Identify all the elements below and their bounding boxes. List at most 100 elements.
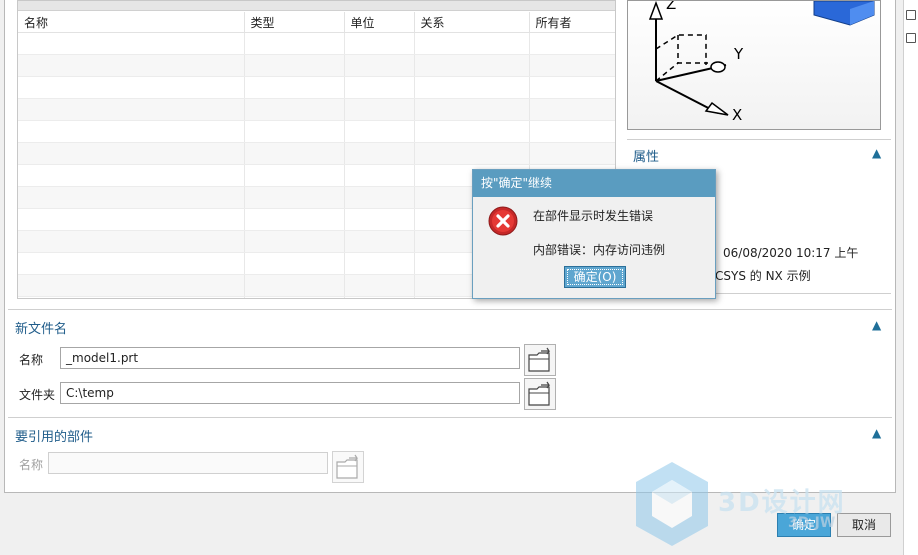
table-cell [244, 208, 345, 231]
table-cell [344, 76, 415, 99]
table-cell [244, 164, 345, 187]
column-header-unit[interactable]: 单位 [344, 12, 415, 33]
table-cell [18, 252, 245, 275]
browse-name-button[interactable] [524, 344, 556, 376]
table-cell [414, 76, 530, 99]
table-cell [244, 230, 345, 253]
table-cell [244, 76, 345, 99]
table-cell [529, 120, 615, 143]
referenced-part-title: 要引用的部件 [15, 430, 94, 445]
table-cell [18, 98, 245, 121]
error-icon [488, 206, 518, 236]
properties-date: 06/08/2020 10:17 上午 [723, 246, 859, 260]
table-cell [244, 98, 345, 121]
properties-collapse-icon[interactable]: ▲ [872, 146, 881, 160]
table-cell [529, 32, 615, 55]
table-cell [414, 98, 530, 121]
open-folder-icon [336, 454, 359, 479]
table-row[interactable] [18, 142, 615, 165]
csys-preview-graphic: Z Y X [648, 1, 875, 124]
error-detail: 内部错误：内存访问违例 [533, 243, 666, 257]
error-dialog: 按"确定"继续 在部件显示时发生错误 内部错误：内存访问违例 确定(O) [472, 169, 716, 299]
error-dialog-title: 按"确定"继续 [473, 170, 715, 197]
toolbar-icon[interactable] [906, 10, 916, 20]
browse-referenced-button[interactable] [332, 451, 364, 483]
column-header-owner[interactable]: 所有者 [529, 12, 615, 33]
column-header-name[interactable]: 名称 [18, 12, 245, 33]
table-cell [414, 120, 530, 143]
table-cell [18, 208, 245, 231]
error-ok-button[interactable]: 确定(O) [564, 266, 626, 288]
table-cell [529, 54, 615, 77]
properties-description: CSYS 的 NX 示例 [715, 269, 811, 283]
referenced-name-label: 名称 [19, 458, 44, 472]
table-cell [344, 32, 415, 55]
folder-field[interactable]: C:\temp [60, 382, 520, 404]
table-cell [18, 76, 245, 99]
table-scroll-strip [18, 1, 615, 11]
name-label: 名称 [19, 353, 44, 367]
table-cell [18, 54, 245, 77]
table-cell [344, 230, 415, 253]
table-cell [344, 142, 415, 165]
column-header-type[interactable]: 类型 [244, 12, 345, 33]
table-cell [344, 296, 415, 298]
table-cell [244, 142, 345, 165]
table-cell [18, 120, 245, 143]
column-header-relation[interactable]: 关系 [414, 12, 530, 33]
table-row[interactable] [18, 76, 615, 99]
table-cell [414, 32, 530, 55]
table-cell [18, 142, 245, 165]
toolbar-icon[interactable] [906, 33, 916, 43]
table-row[interactable] [18, 98, 615, 121]
table-cell [414, 142, 530, 165]
table-cell [244, 274, 345, 297]
table-row[interactable] [18, 54, 615, 77]
new-file-title: 新文件名 [15, 322, 68, 337]
table-cell [344, 208, 415, 231]
axis-z-label: Z [666, 1, 676, 13]
error-message: 在部件显示时发生错误 [533, 209, 654, 223]
table-cell [244, 32, 345, 55]
table-cell [244, 54, 345, 77]
table-cell [414, 54, 530, 77]
watermark-text: 3D设计网 [718, 488, 846, 518]
axis-y-label: Y [733, 45, 744, 63]
table-cell [18, 296, 245, 298]
watermark-logo [632, 460, 712, 550]
table-cell [529, 98, 615, 121]
table-cell [344, 98, 415, 121]
open-folder-icon [528, 347, 551, 372]
table-cell [244, 186, 345, 209]
table-cell [244, 296, 345, 298]
properties-title: 属性 [633, 150, 660, 165]
table-cell [244, 120, 345, 143]
table-cell [18, 32, 245, 55]
right-toolbar-strip [903, 0, 918, 555]
referenced-part-collapse-icon[interactable]: ▲ [872, 426, 881, 440]
name-field[interactable]: _model1.prt [60, 347, 520, 369]
table-cell [529, 76, 615, 99]
table-cell [244, 252, 345, 275]
table-cell [18, 186, 245, 209]
table-cell [529, 142, 615, 165]
folder-label: 文件夹 [19, 388, 56, 402]
table-cell [344, 274, 415, 297]
table-row[interactable] [18, 120, 615, 143]
table-row[interactable] [18, 32, 615, 55]
new-file-collapse-icon[interactable]: ▲ [872, 318, 881, 332]
table-cell [344, 164, 415, 187]
table-cell [18, 164, 245, 187]
template-preview: Z Y X [627, 0, 881, 130]
cube-icon [813, 1, 875, 26]
table-cell [344, 120, 415, 143]
axis-x-label: X [732, 106, 742, 124]
referenced-name-field[interactable] [48, 452, 328, 474]
open-folder-icon [528, 381, 551, 406]
table-cell [344, 54, 415, 77]
table-cell [344, 186, 415, 209]
browse-folder-button[interactable] [524, 378, 556, 410]
table-cell [18, 274, 245, 297]
table-cell [344, 252, 415, 275]
cube-logo-icon [636, 462, 708, 546]
